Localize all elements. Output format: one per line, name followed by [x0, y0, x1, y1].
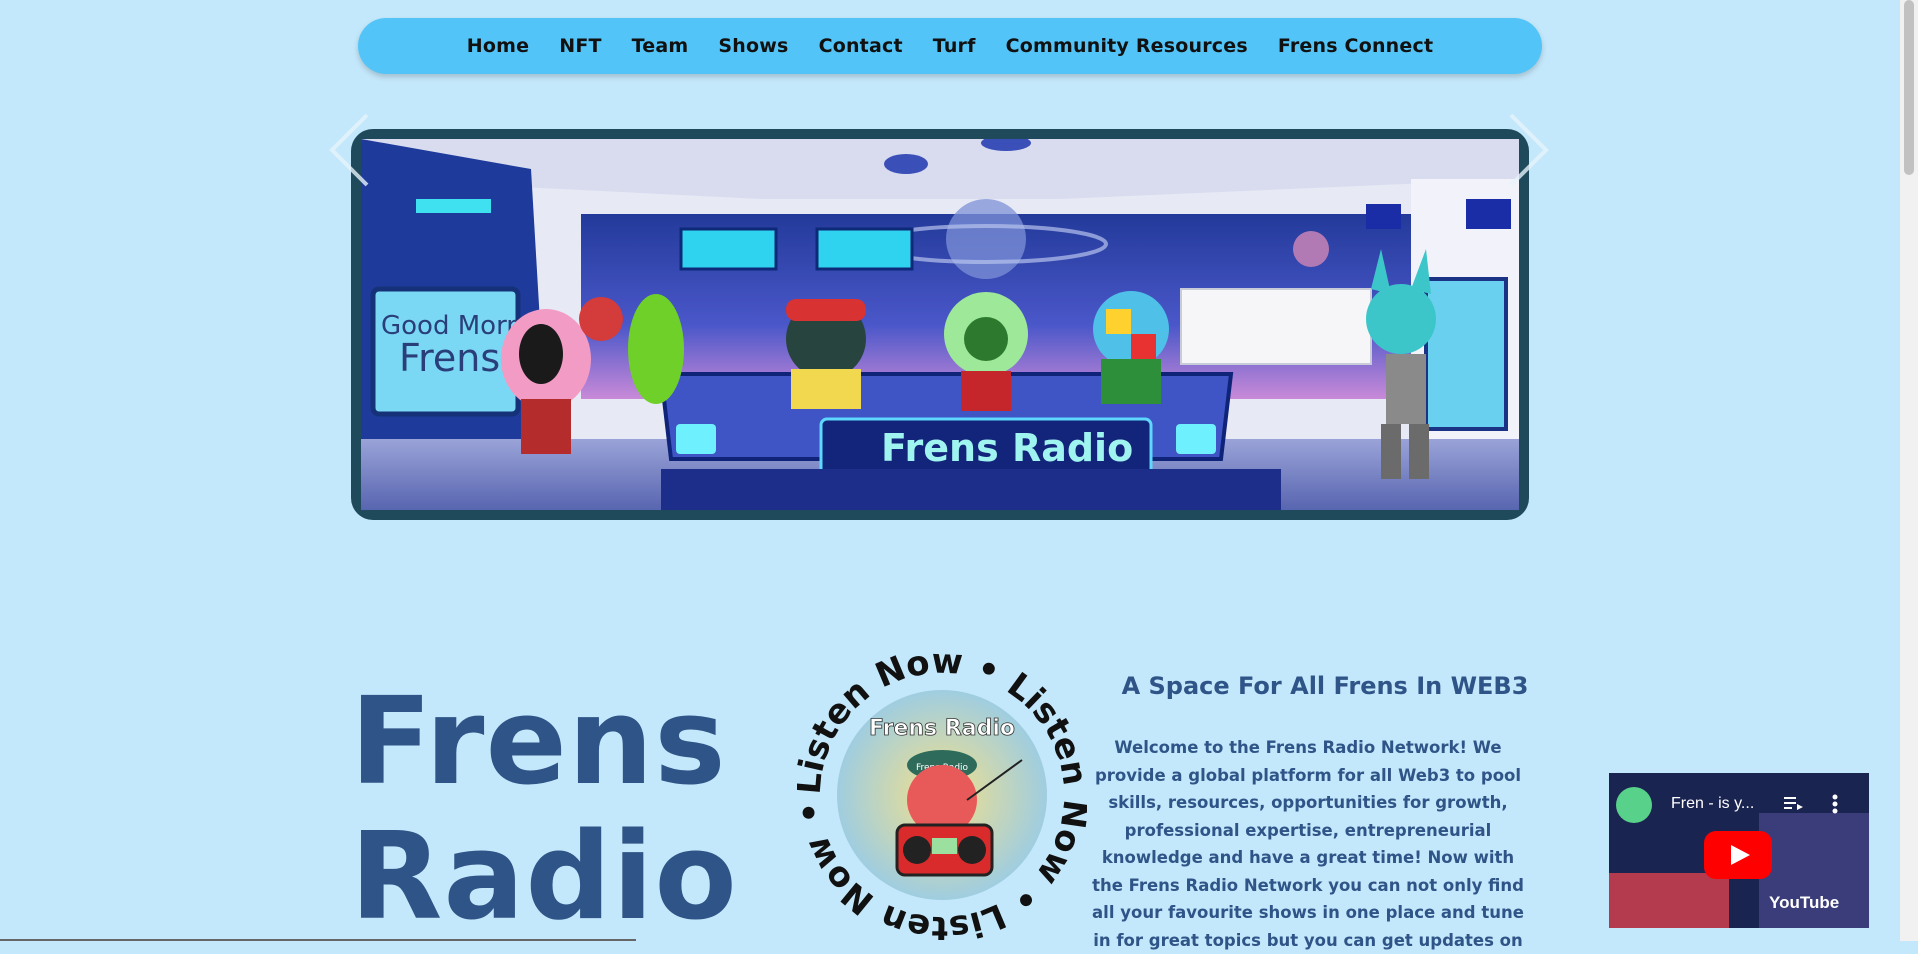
carousel-next-chevron-right-icon[interactable] [1496, 110, 1556, 190]
carousel-prev-chevron-left-icon[interactable] [322, 110, 382, 190]
studio-illustration: Good Morning Frens Frens Radio [361, 139, 1519, 510]
scrollbar-thumb[interactable] [1904, 0, 1914, 175]
main-nav: Home NFT Team Shows Contact Turf Communi… [358, 18, 1542, 74]
tagline: A Space For All Frens In WEB3 [1121, 672, 1529, 700]
svg-text:Frens Radio: Frens Radio [869, 716, 1015, 741]
play-icon[interactable] [1704, 831, 1772, 879]
desk-sign-frens-radio: Frens Radio [881, 426, 1133, 470]
intro-description: Welcome to the Frens Radio Network! We p… [1092, 738, 1524, 950]
nav-nft[interactable]: NFT [559, 35, 601, 57]
svg-text:Frens: Frens [399, 336, 500, 380]
nav-community-resources[interactable]: Community Resources [1006, 35, 1248, 57]
nav-frens-connect[interactable]: Frens Connect [1278, 35, 1433, 57]
video-title[interactable]: Fren - is y... [1671, 795, 1754, 813]
more-vertical-icon[interactable] [1831, 793, 1839, 815]
youtube-embed[interactable]: Fren - is y... YouTube [1609, 773, 1869, 928]
youtube-logo[interactable]: YouTube [1769, 893, 1839, 913]
page-title: Frens Radio [350, 673, 738, 947]
nav-home[interactable]: Home [467, 35, 529, 57]
listen-now-badge[interactable]: Listen Now • Listen Now • Listen Now • F… [797, 650, 1087, 940]
character-patchwork [1093, 291, 1169, 404]
nav-turf[interactable]: Turf [933, 35, 976, 57]
channel-avatar[interactable] [1616, 787, 1652, 823]
nav-team[interactable]: Team [632, 35, 689, 57]
character-green-capped [786, 299, 866, 409]
hero-banner: Good Morning Frens Frens Radio [351, 129, 1529, 520]
page-scrollbar[interactable] [1900, 0, 1918, 941]
nav-shows[interactable]: Shows [718, 35, 788, 57]
nav-contact[interactable]: Contact [819, 35, 903, 57]
playlist-icon[interactable] [1784, 795, 1804, 813]
